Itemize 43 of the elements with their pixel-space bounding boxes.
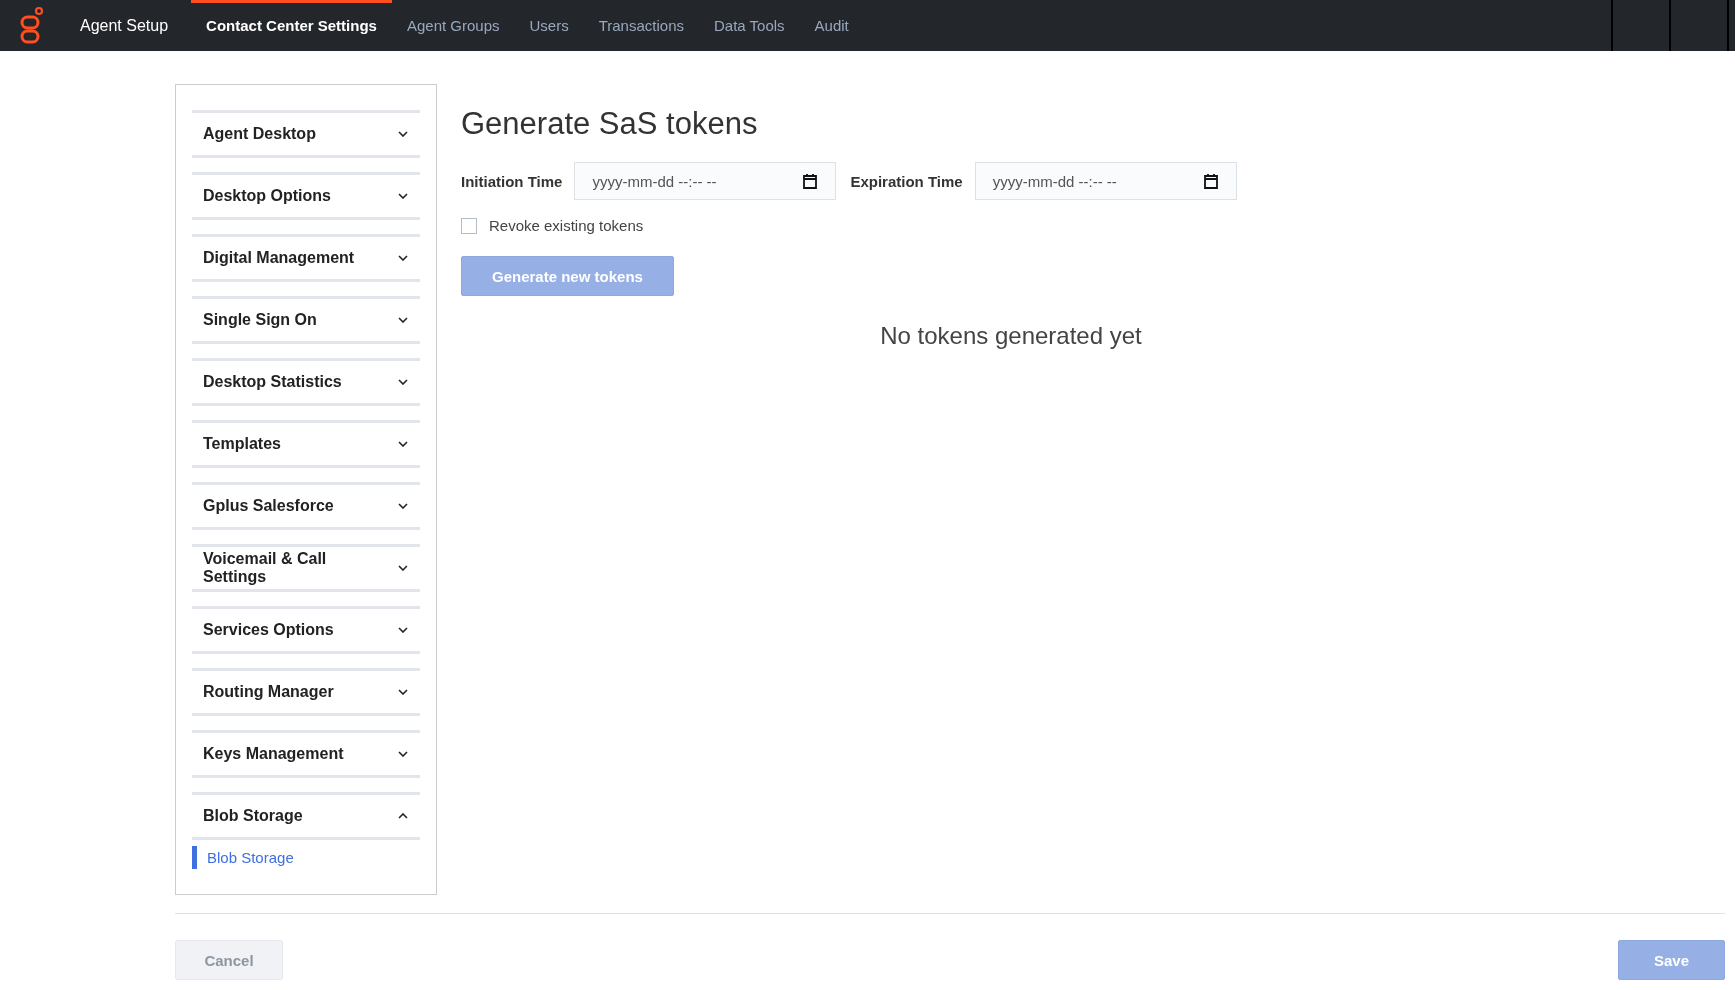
accordion-header[interactable]: Single Sign On [192,296,420,344]
accordion-header[interactable]: Desktop Options [192,172,420,220]
nav-tab[interactable]: Audit [799,0,864,51]
nav-tab[interactable]: Transactions [583,0,699,51]
app-title: Agent Setup [80,16,169,35]
chevron-down-icon [398,317,408,323]
accordion-header[interactable]: Keys Management [192,730,420,778]
accordion-header[interactable]: Agent Desktop [192,110,420,158]
accordion-header[interactable]: Desktop Statistics [192,358,420,406]
chevron-down-icon [398,503,408,509]
page-title: Generate SaS tokens [461,106,759,142]
nav-tab[interactable]: Contact Center Settings [191,0,392,51]
nav-tab[interactable]: Users [514,0,584,51]
chevron-up-icon [398,813,408,819]
nav-tab[interactable]: Agent Groups [391,0,515,51]
accordion-header[interactable]: Voicemail & Call Settings [192,544,420,592]
chevron-down-icon [398,565,408,571]
chevron-down-icon [398,193,408,199]
logo-icon [19,5,45,46]
calendar-icon [1203,173,1218,189]
calendar-icon [803,173,818,189]
accordion-header[interactable]: Routing Manager [192,668,420,716]
accordion-header[interactable]: Gplus Salesforce [192,482,420,530]
chevron-down-icon [398,131,408,137]
chevron-down-icon [398,627,408,633]
accordion-header[interactable]: Services Options [192,606,420,654]
accordion-header[interactable]: Blob Storage [192,792,420,840]
accordion-header[interactable]: Templates [192,420,420,468]
field-label: Initiation Time [461,172,563,190]
chevron-down-icon [398,255,408,261]
chevron-down-icon [398,751,408,757]
accordion-header[interactable]: Digital Management [192,234,420,282]
field-label: Expiration Time [850,172,963,190]
datetime-field[interactable]: yyyy-mm-dd --:-- -- [974,162,1237,200]
chevron-down-icon [398,689,408,695]
checkbox[interactable] [461,217,477,234]
nav-tab[interactable]: Data Tools [699,0,800,51]
chevron-down-icon [398,441,408,447]
sidebar-link[interactable]: Blob Storage [192,846,420,869]
empty-message: No tokens generated yet [880,322,1142,350]
chevron-down-icon [398,379,408,385]
datetime-field[interactable]: yyyy-mm-dd --:-- -- [574,162,837,200]
checkbox-label: Revoke existing tokens [489,217,644,234]
